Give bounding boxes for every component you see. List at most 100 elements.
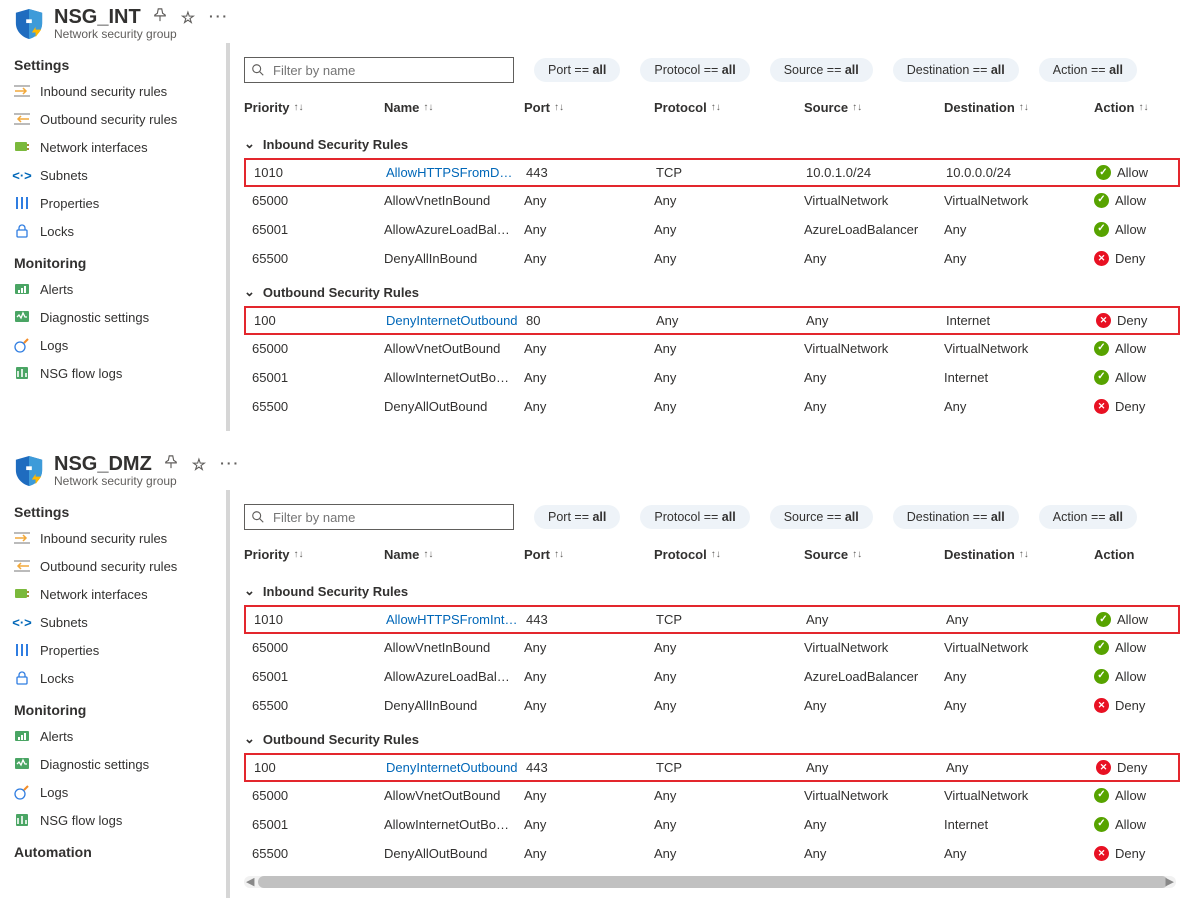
table-row[interactable]: 65001AllowInternetOutBoundAnyAnyAnyInter… (244, 363, 1180, 392)
sort-icon: ↑↓ (423, 549, 433, 560)
more-icon[interactable]: ··· (220, 455, 240, 475)
group-inbound[interactable]: ⌄Inbound Security Rules (244, 129, 1180, 159)
cell-destination: Any (946, 612, 1096, 627)
sidebar-item-label: Logs (40, 785, 68, 800)
col-source[interactable]: Source↑↓ (804, 100, 944, 115)
sort-icon: ↑↓ (423, 102, 433, 113)
filter-input[interactable] (244, 57, 514, 83)
col-action[interactable]: Action↑↓ (1094, 100, 1164, 115)
cell-name[interactable]: AllowHTTPSFromDMZ (386, 165, 526, 180)
sidebar-item-alerts[interactable]: Alerts (14, 722, 226, 750)
group-outbound[interactable]: ⌄Outbound Security Rules (244, 277, 1180, 307)
table-row[interactable]: 65500DenyAllOutBoundAnyAnyAnyAnyDeny (244, 839, 1180, 868)
table-row[interactable]: 65000AllowVnetOutBoundAnyAnyVirtualNetwo… (244, 334, 1180, 363)
table-row[interactable]: 65500DenyAllInBoundAnyAnyAnyAnyDeny (244, 691, 1180, 720)
col-destination[interactable]: Destination↑↓ (944, 100, 1094, 115)
sidebar-item-properties[interactable]: Properties (14, 636, 226, 664)
pin-icon[interactable] (153, 8, 167, 22)
action-text: Allow (1115, 193, 1146, 208)
filter-pill-destination[interactable]: Destination == all (893, 58, 1019, 82)
sidebar-item-inbound-rules[interactable]: Inbound security rules (14, 524, 226, 552)
col-destination[interactable]: Destination↑↓ (944, 547, 1094, 562)
alerts-icon (14, 728, 30, 744)
horizontal-scrollbar[interactable] (244, 876, 1176, 888)
table-row[interactable]: 65001AllowAzureLoadBalance…AnyAnyAzureLo… (244, 215, 1180, 244)
group-outbound[interactable]: ⌄Outbound Security Rules (244, 724, 1180, 754)
sidebar-item-diag[interactable]: Diagnostic settings (14, 750, 226, 778)
cell-name[interactable]: AllowHTTPSFromInter… (386, 612, 526, 627)
flowlogs-icon (14, 365, 30, 381)
col-port[interactable]: Port↑↓ (524, 547, 654, 562)
cell-priority: 65500 (244, 399, 384, 414)
sidebar-item-logs[interactable]: Logs (14, 331, 226, 359)
table-row[interactable]: 100DenyInternetOutbound80AnyAnyInternetD… (244, 306, 1180, 335)
filter-pill-protocol[interactable]: Protocol == all (640, 58, 749, 82)
sidebar-item-outbound-rules[interactable]: Outbound security rules (14, 552, 226, 580)
col-source[interactable]: Source↑↓ (804, 547, 944, 562)
col-action[interactable]: Action (1094, 547, 1164, 562)
filter-text[interactable] (271, 509, 507, 526)
sidebar-item-nics[interactable]: Network interfaces (14, 133, 226, 161)
col-protocol[interactable]: Protocol↑↓ (654, 547, 804, 562)
filter-pill-source[interactable]: Source == all (770, 505, 873, 529)
scrollbar-thumb[interactable] (258, 876, 1168, 888)
filter-pill-source[interactable]: Source == all (770, 58, 873, 82)
sidebar-item-inbound-rules[interactable]: Inbound security rules (14, 77, 226, 105)
filter-input[interactable] (244, 504, 514, 530)
sidebar-item-locks[interactable]: Locks (14, 217, 226, 245)
col-name[interactable]: Name↑↓ (384, 547, 524, 562)
col-port[interactable]: Port↑↓ (524, 100, 654, 115)
table-row[interactable]: 65000AllowVnetOutBoundAnyAnyVirtualNetwo… (244, 781, 1180, 810)
filter-pill-action[interactable]: Action == all (1039, 505, 1137, 529)
table-row[interactable]: 65500DenyAllOutBoundAnyAnyAnyAnyDeny (244, 392, 1180, 421)
col-name[interactable]: Name↑↓ (384, 100, 524, 115)
sidebar-item-outbound-rules[interactable]: Outbound security rules (14, 105, 226, 133)
cell-protocol: Any (654, 698, 804, 713)
sidebar: Settings Inbound security rules Outbound… (0, 43, 230, 431)
col-protocol[interactable]: Protocol↑↓ (654, 100, 804, 115)
table-row[interactable]: 65500DenyAllInBoundAnyAnyAnyAnyDeny (244, 244, 1180, 273)
cell-priority: 65001 (244, 817, 384, 832)
filter-pill-port[interactable]: Port == all (534, 58, 620, 82)
sidebar-item-subnets[interactable]: <·>Subnets (14, 608, 226, 636)
cell-name: AllowInternetOutBound (384, 370, 524, 385)
pin-icon[interactable] (164, 455, 178, 469)
sidebar-item-flowlogs[interactable]: NSG flow logs (14, 806, 226, 834)
sidebar-item-alerts[interactable]: Alerts (14, 275, 226, 303)
table-row[interactable]: 1010AllowHTTPSFromInter…443TCPAnyAnyAllo… (244, 605, 1180, 634)
filter-pill-port[interactable]: Port == all (534, 505, 620, 529)
cell-port: Any (524, 640, 654, 655)
cell-destination: Internet (944, 370, 1094, 385)
favorite-icon[interactable]: ☆ (181, 8, 195, 28)
header: NSG_INT ☆ ··· Network security group (0, 0, 1184, 43)
table-row[interactable]: 100DenyInternetOutbound443TCPAnyAnyDeny (244, 753, 1180, 782)
col-priority[interactable]: Priority↑↓ (244, 100, 384, 115)
cell-name[interactable]: DenyInternetOutbound (386, 760, 526, 775)
cell-name[interactable]: DenyInternetOutbound (386, 313, 526, 328)
filter-pill-destination[interactable]: Destination == all (893, 505, 1019, 529)
sidebar-item-properties[interactable]: Properties (14, 189, 226, 217)
sidebar-item-locks[interactable]: Locks (14, 664, 226, 692)
table-row[interactable]: 65000AllowVnetInBoundAnyAnyVirtualNetwor… (244, 633, 1180, 662)
table-row[interactable]: 65000AllowVnetInBoundAnyAnyVirtualNetwor… (244, 186, 1180, 215)
nsg-panel-dmz: NSG_DMZ ☆ ··· Network security group Set… (0, 447, 1184, 898)
sidebar-item-diag[interactable]: Diagnostic settings (14, 303, 226, 331)
flowlogs-icon (14, 812, 30, 828)
group-inbound[interactable]: ⌄Inbound Security Rules (244, 576, 1180, 606)
sidebar-item-logs[interactable]: Logs (14, 778, 226, 806)
table-row[interactable]: 65001AllowAzureLoadBalan…AnyAnyAzureLoad… (244, 662, 1180, 691)
filter-pill-protocol[interactable]: Protocol == all (640, 505, 749, 529)
favorite-icon[interactable]: ☆ (192, 455, 206, 475)
sidebar-item-subnets[interactable]: <·>Subnets (14, 161, 226, 189)
table-row[interactable]: 1010AllowHTTPSFromDMZ443TCP10.0.1.0/2410… (244, 158, 1180, 187)
table-row[interactable]: 65001AllowInternetOutBoundAnyAnyAnyInter… (244, 810, 1180, 839)
sidebar-item-nics[interactable]: Network interfaces (14, 580, 226, 608)
rules-outbound: 100DenyInternetOutbound80AnyAnyInternetD… (244, 306, 1180, 421)
filter-text[interactable] (271, 62, 507, 79)
sidebar-item-flowlogs[interactable]: NSG flow logs (14, 359, 226, 387)
main: Port == all Protocol == all Source == al… (230, 43, 1184, 431)
more-icon[interactable]: ··· (209, 8, 229, 28)
action-text: Allow (1115, 341, 1146, 356)
filter-pill-action[interactable]: Action == all (1039, 58, 1137, 82)
col-priority[interactable]: Priority↑↓ (244, 547, 384, 562)
